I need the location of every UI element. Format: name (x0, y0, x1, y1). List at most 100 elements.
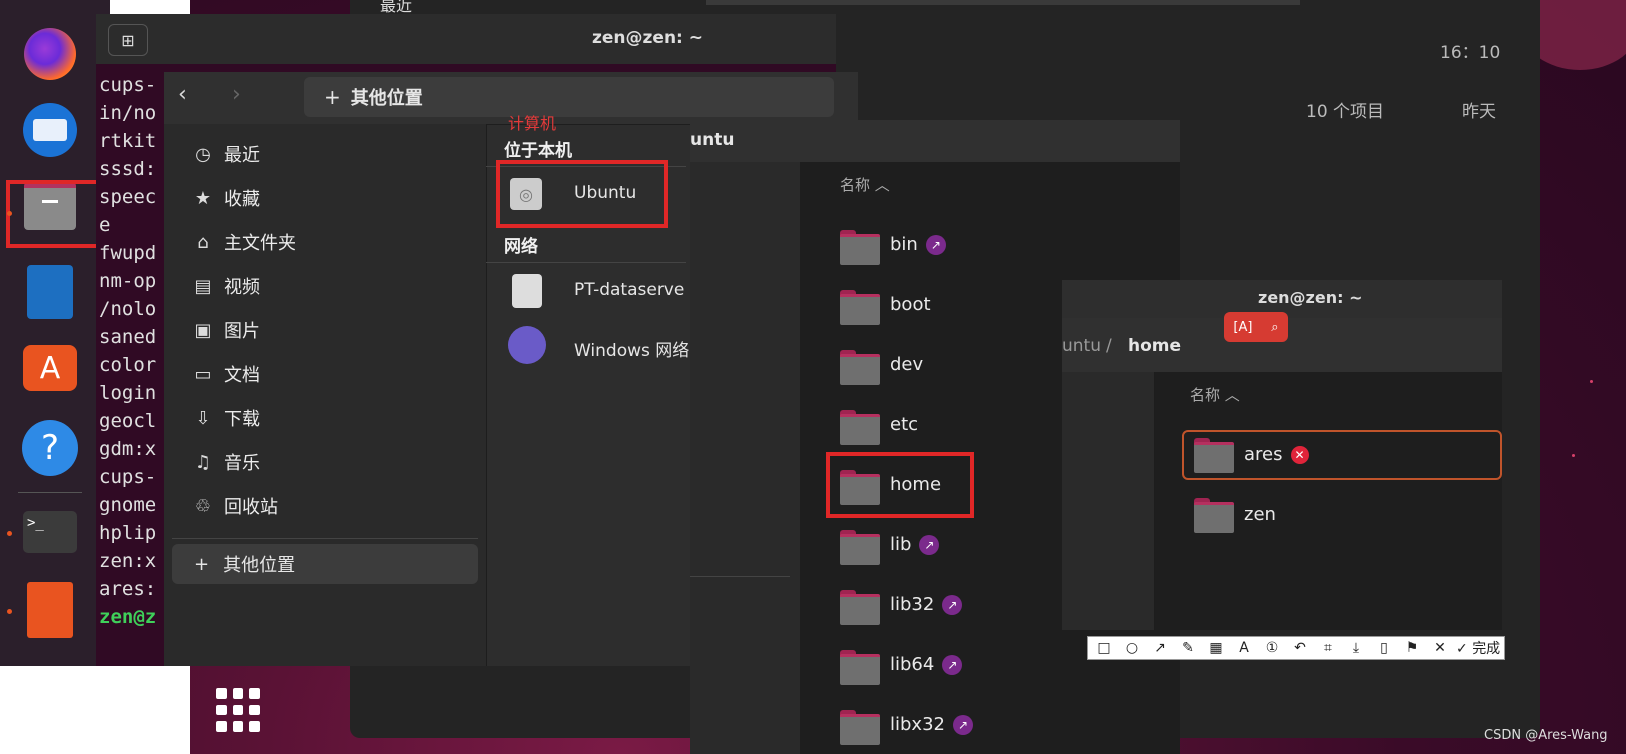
sidebar-item[interactable]: ◷ 最近 (190, 134, 260, 174)
text-recognition-icon[interactable]: [A] (1233, 320, 1252, 335)
download-icon: ⇩ (195, 407, 211, 429)
undo-icon[interactable]: ↶ (1288, 640, 1312, 656)
terminal-title: zen@zen: ~ (592, 28, 704, 48)
running-indicator (7, 609, 12, 614)
app-grid-icon[interactable] (216, 688, 260, 732)
writer-icon[interactable] (20, 262, 80, 322)
sidebar-item[interactable]: ★ 收藏 (190, 178, 260, 218)
list-item[interactable]: lib64 ↗ (890, 654, 963, 675)
terminal-line: login (99, 382, 157, 404)
back-arrow-icon[interactable]: ‹ (178, 82, 187, 107)
folder-icon (840, 350, 880, 385)
software-center-icon[interactable]: A (20, 338, 80, 398)
crop-icon[interactable]: ⌗ (1316, 640, 1340, 656)
sidebar-item[interactable]: ▭ 文档 (190, 354, 260, 394)
terminal-line: in/no (99, 102, 157, 124)
arrow-icon[interactable]: ↗ (1148, 640, 1172, 656)
rectangle-icon[interactable]: □ (1092, 640, 1116, 656)
section-network: 网络 (504, 237, 538, 257)
ocr-search-popup[interactable]: [A] ⌕ (1224, 312, 1288, 342)
list-item[interactable]: etc (890, 414, 918, 435)
sidebar-item-label: 图片 (224, 321, 260, 342)
bookmark-icon[interactable]: ⚑ (1400, 640, 1424, 656)
clock-icon: ◷ (195, 143, 211, 165)
list-item[interactable]: boot (890, 294, 931, 315)
highlight-home (826, 452, 974, 518)
running-indicator (7, 531, 12, 536)
sidebar-item[interactable]: ⌂ 主文件夹 (190, 222, 296, 262)
list-item[interactable]: dev (890, 354, 923, 375)
terminal-line: gdm:x (99, 438, 157, 460)
symlink-icon: ↗ (952, 714, 973, 735)
dock: A ? >_ (0, 0, 112, 666)
list-item[interactable]: zen (1244, 504, 1276, 525)
modified-date: 昨天 (1462, 102, 1496, 122)
video-icon: ▤ (194, 275, 212, 297)
music-icon: ♫ (194, 451, 212, 473)
help-icon[interactable]: ? (20, 418, 80, 478)
terminal-line: rtkit (99, 130, 157, 152)
sidebar-item[interactable]: ⇩ 下载 (190, 398, 260, 438)
sidebar-item[interactable]: ♲ 回收站 (190, 486, 278, 526)
folder-icon (840, 530, 880, 565)
terminal-line: zen@z (99, 606, 157, 628)
folder-icon (840, 590, 880, 625)
download-icon[interactable]: ⤓ (1344, 640, 1368, 656)
sidebar-divider (172, 538, 478, 539)
list-item[interactable]: ares ✕ (1244, 444, 1309, 465)
terminal-line: zen:x (99, 550, 157, 572)
list-item[interactable]: lib ↗ (890, 534, 940, 555)
close-icon[interactable]: ✕ (1428, 640, 1452, 656)
forward-arrow-icon[interactable]: › (232, 82, 241, 107)
list-item[interactable]: lib32 ↗ (890, 594, 963, 615)
symlink-icon: ↗ (919, 534, 940, 555)
folder-icon (840, 410, 880, 445)
name-column-header[interactable]: 名称 ︿ (840, 174, 890, 195)
sidebar-item-label: 其他位置 (223, 555, 296, 576)
pen-icon[interactable]: ✎ (1176, 640, 1200, 656)
folder-icon (840, 230, 880, 265)
path-separator: / (1106, 336, 1112, 356)
terminal-line: geocl (99, 410, 157, 432)
firefox-icon[interactable] (20, 24, 80, 84)
sidebar-item-label: 文档 (224, 365, 260, 386)
new-tab-icon[interactable]: ⊞ (108, 24, 148, 56)
text-icon[interactable]: A (1232, 640, 1256, 656)
location-label: 其他位置 (350, 88, 423, 109)
ubuntu-icon[interactable] (20, 580, 80, 640)
highlight-ubuntu (496, 160, 668, 228)
list-item[interactable]: libx32 ↗ (890, 714, 973, 735)
sidebar-item-other-locations[interactable]: + 其他位置 (172, 544, 478, 584)
dock-separator (18, 492, 82, 493)
terminal-line: /nolo (99, 298, 157, 320)
name-column-header[interactable]: 名称 ︿ (1190, 384, 1240, 405)
number-icon[interactable]: ① (1260, 640, 1284, 656)
sidebar-item-label: 回收站 (224, 497, 278, 518)
error-icon: ✕ (1290, 445, 1309, 464)
mosaic-icon[interactable]: ▦ (1204, 640, 1228, 656)
thunderbird-icon[interactable] (20, 100, 80, 160)
item-count: 10 个项目 (1306, 102, 1385, 122)
pin-icon[interactable]: ▯ (1372, 640, 1396, 656)
path-current[interactable]: home (1128, 336, 1181, 356)
network-item-label[interactable]: Windows 网络 (574, 336, 689, 361)
sidebar-item[interactable]: ▣ 图片 (190, 310, 260, 350)
sidebar-item[interactable]: ♫ 音乐 (190, 442, 260, 482)
plus-icon: + (324, 85, 341, 109)
network-item-label[interactable]: PT-dataserve (574, 280, 684, 300)
annotation-computer: 计算机 (508, 114, 557, 133)
terminal-line: nm-op (99, 270, 157, 292)
circle-icon[interactable]: ○ (1120, 640, 1144, 656)
location-bar[interactable]: + 其他位置 (304, 77, 834, 117)
sidebar-item[interactable]: ▤ 视频 (190, 266, 260, 306)
trash-icon: ♲ (194, 495, 212, 517)
done-button[interactable]: ✓ 完成 (1456, 638, 1500, 658)
terminal-line: fwupd (99, 242, 157, 264)
path-prefix[interactable]: untu (1062, 336, 1101, 356)
terminal-line: gnome (99, 494, 157, 516)
folder-icon (840, 290, 880, 325)
terminal-line: saned (99, 326, 157, 348)
search-icon[interactable]: ⌕ (1271, 320, 1278, 335)
terminal-icon[interactable]: >_ (20, 502, 80, 562)
list-item[interactable]: bin ↗ (890, 234, 946, 255)
